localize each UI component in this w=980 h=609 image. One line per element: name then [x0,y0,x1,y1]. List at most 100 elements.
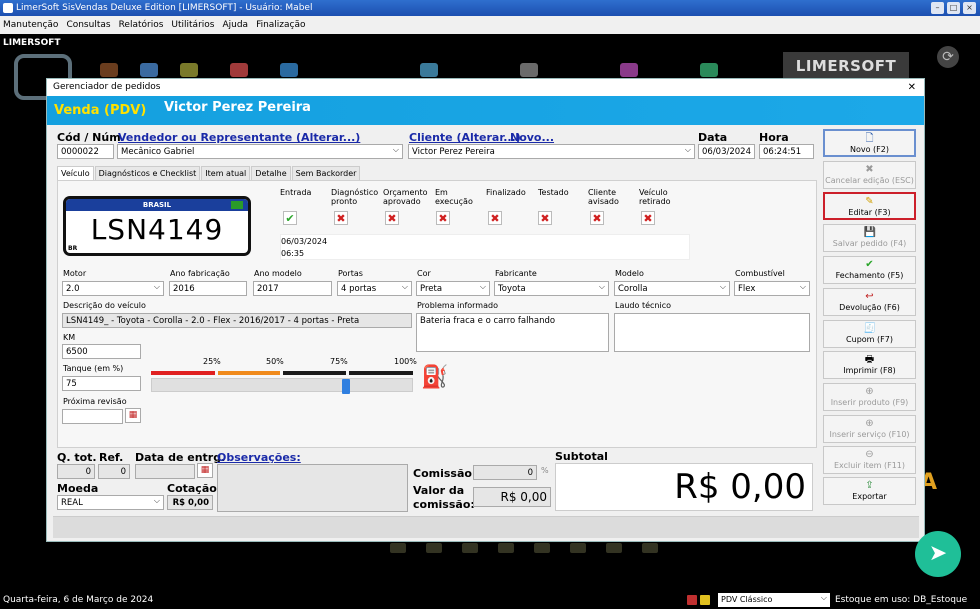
inserir-servico-button[interactable]: ⊕ Inserir serviço (F10) [823,415,916,443]
data-entrega-field[interactable] [135,464,195,479]
km-label: KM [63,333,76,342]
send-icon[interactable]: ➤ [915,531,961,577]
step-diagnostico-x-icon[interactable]: ✖ [334,211,348,225]
menu-ajuda[interactable]: Ajuda [222,20,248,30]
proxima-revisao-field[interactable] [62,409,123,424]
pencil-icon: ✎ [865,196,874,207]
combustivel-label: Combustível [735,269,785,278]
refresh-icon[interactable]: ⟳ [937,46,959,68]
hora-label: Hora [759,131,789,144]
entrada-info-box: 06/03/2024 06:35 [280,234,690,260]
minimize-button[interactable]: – [931,2,944,14]
cancelar-edicao-button[interactable]: ✖ Cancelar edição (ESC) [823,161,916,189]
step-finalizado-x-icon[interactable]: ✖ [488,211,502,225]
dialog-close-icon[interactable]: ✕ [908,79,916,96]
cod-num-field[interactable]: 0000022 [57,144,114,159]
menu-consultas[interactable]: Consultas [66,20,110,30]
salvar-pedido-button[interactable]: 💾 Salvar pedido (F4) [823,224,916,252]
portas-label: Portas [338,269,363,278]
comissao-field[interactable]: 0 [473,465,537,480]
background-icon [700,63,718,77]
hora-field[interactable]: 06:24:51 [759,144,814,159]
inserir-produto-button[interactable]: ⊕ Inserir produto (F9) [823,383,916,411]
step-cliente-avisado-label: Cliente avisado [588,188,619,206]
vendedor-link[interactable]: Vendedor ou Representante (Alterar...) [118,131,360,144]
cliente-link[interactable]: Cliente (Alterar...) [409,131,521,144]
menu-bar: Manutenção Consultas Relatórios Utilitár… [0,16,980,34]
tab-item-atual[interactable]: Item atual [201,166,251,180]
app-icon [3,3,13,13]
tab-sem-backorder[interactable]: Sem Backorder [291,166,361,180]
background-icon [520,63,538,77]
menu-relatorios[interactable]: Relatórios [119,20,164,30]
imprimir-button[interactable]: 🖶 Imprimir (F8) [823,351,916,379]
tank-bar-segment [218,371,280,375]
fechamento-button[interactable]: ✔ Fechamento (F5) [823,256,916,284]
maximize-button[interactable]: □ [947,2,960,14]
step-execucao-x-icon[interactable]: ✖ [436,211,450,225]
save-icon: 💾 [863,227,876,238]
step-entrada-check-icon[interactable]: ✔ [283,211,297,225]
menu-utilitarios[interactable]: Utilitários [171,20,214,30]
grid-icon[interactable] [687,595,697,605]
step-orcamento-x-icon[interactable]: ✖ [385,211,399,225]
ano-fabricacao-field[interactable]: 2016 [169,281,247,296]
cor-select[interactable]: Preta [416,281,490,296]
tab-veiculo[interactable]: Veículo [57,166,94,180]
status-bar: Quarta-feira, 6 de Março de 2024 PDV Clá… [0,591,980,609]
cliente-select[interactable]: Victor Perez Pereira [408,144,695,159]
fuel-pump-icon: ⛽ [421,365,449,390]
km-field[interactable]: 6500 [62,344,141,359]
ano-modelo-field[interactable]: 2017 [253,281,332,296]
tab-detalhe[interactable]: Detalhe [251,166,291,180]
menu-manutencao[interactable]: Manutenção [3,20,58,30]
novo-cliente-link[interactable]: Novo... [510,131,554,144]
subtotal-value: R$ 0,00 [555,463,813,511]
window-titlebar: LimerSoft SisVendas Deluxe Edition [LIME… [0,0,980,16]
descricao-field: LSN4149_ - Toyota - Corolla - 2.0 - Flex… [62,313,412,328]
novo-button[interactable]: 🗋 Novo (F2) [823,129,916,157]
tank-slider-thumb[interactable] [342,379,350,394]
observacoes-link[interactable]: Observações: [217,451,301,464]
cotacao-field: R$ 0,00 [167,495,213,510]
observacoes-field[interactable] [217,464,408,512]
calendar-icon[interactable]: ▦ [197,463,213,478]
exportar-button[interactable]: ⇪ Exportar [823,477,916,505]
step-cliente-avisado-x-icon[interactable]: ✖ [590,211,604,225]
laudo-field[interactable] [614,313,810,352]
menu-finalizacao[interactable]: Finalização [256,20,305,30]
step-veiculo-retirado-x-icon[interactable]: ✖ [641,211,655,225]
tank-slider-track[interactable] [151,378,413,392]
cupom-button[interactable]: 🧾 Cupom (F7) [823,320,916,348]
vendedor-select[interactable]: Mecânico Gabriel [117,144,403,159]
portas-select[interactable]: 4 portas [337,281,412,296]
problema-field[interactable]: Bateria fraca e o carro falhando [416,313,609,352]
moeda-select[interactable]: REAL [57,495,164,510]
tab-diagnosticos[interactable]: Diagnósticos e Checklist [94,166,201,180]
status-date: Quarta-feira, 6 de Março de 2024 [3,595,154,605]
excluir-item-button[interactable]: ⊖ Excluir item (F11) [823,446,916,474]
dialog-titlebar: Gerenciador de pedidos ✕ [47,79,924,96]
step-testado-label: Testado [538,188,569,197]
close-button[interactable]: × [963,2,976,14]
ref-field: 0 [98,464,130,479]
step-testado-x-icon[interactable]: ✖ [538,211,552,225]
qtot-field: 0 [57,464,95,479]
ano-modelo-label: Ano modelo [254,269,302,278]
fabricante-select[interactable]: Toyota [494,281,609,296]
motor-select[interactable]: 2.0 [62,281,164,296]
data-field[interactable]: 06/03/2024 [698,144,755,159]
lock-icon[interactable] [700,595,710,605]
pdv-mode-select[interactable]: PDV Clássico [718,591,830,607]
devolucao-button[interactable]: ↩ Devolução (F6) [823,288,916,316]
plate-number: LSN4149 [90,213,224,246]
tanque-field[interactable]: 75 [62,376,141,391]
calendar-icon[interactable]: ▦ [125,408,141,423]
combustivel-select[interactable]: Flex [734,281,810,296]
editar-button[interactable]: ✎ Editar (F3) [823,192,916,220]
check-icon: ✔ [865,259,874,270]
ref-label: Ref. [99,451,124,464]
comissao-label: Comissão: [413,467,477,480]
modelo-select[interactable]: Corolla [614,281,730,296]
insert-service-icon: ⊕ [865,418,874,429]
